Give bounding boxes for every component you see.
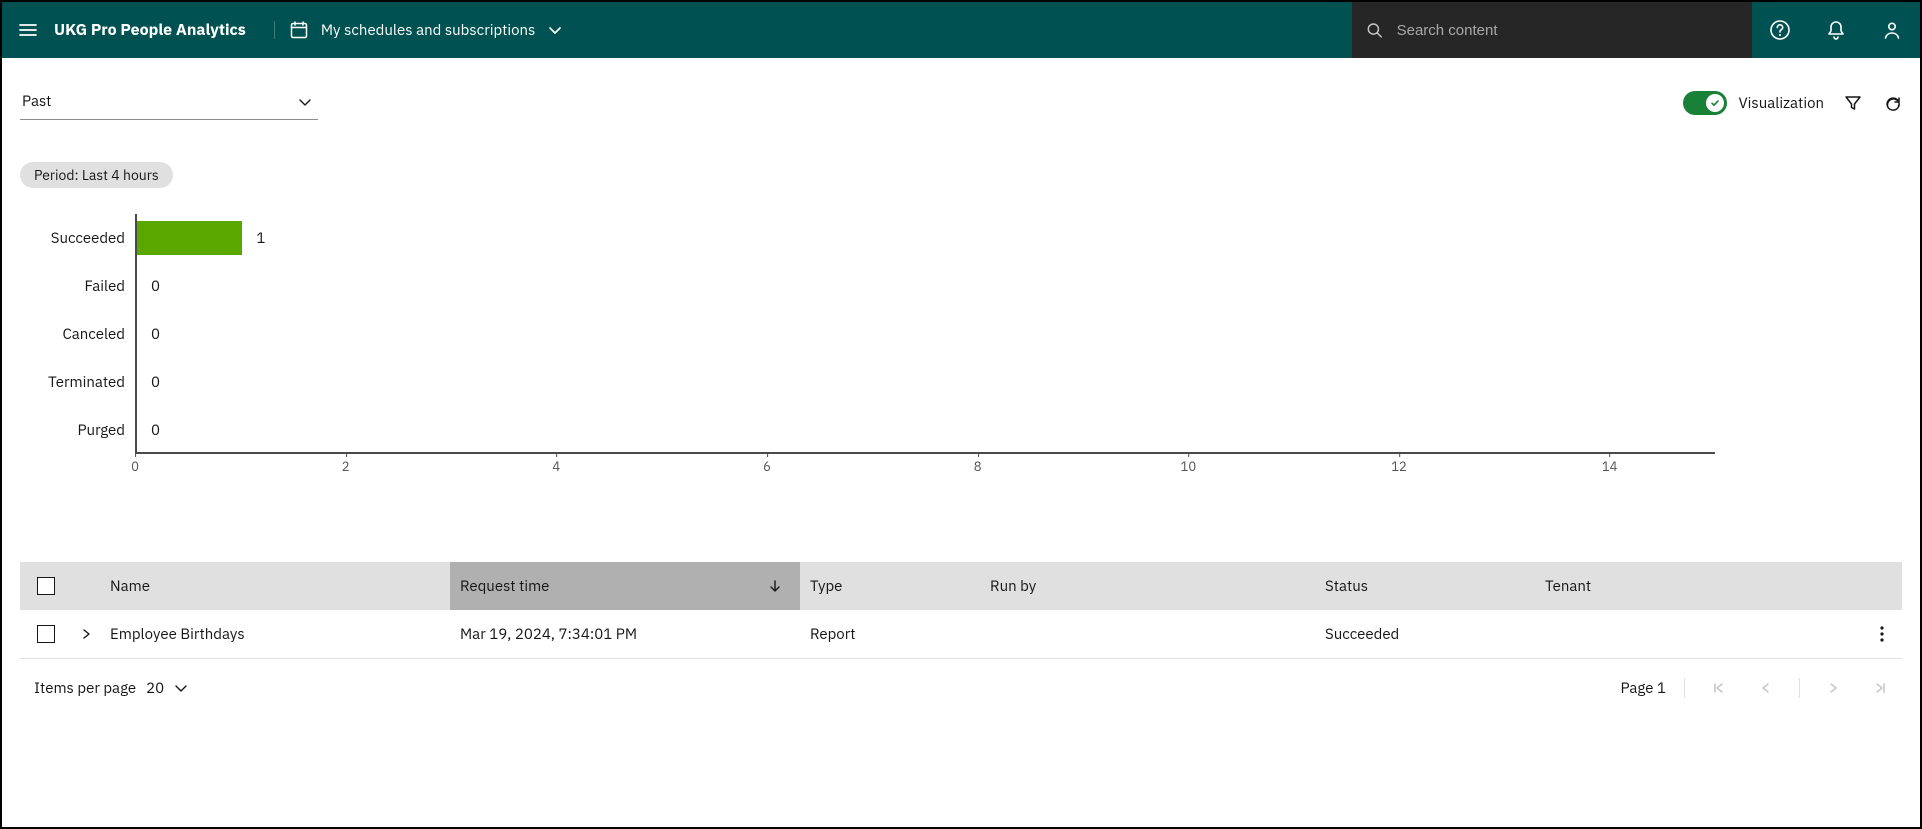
row-checkbox[interactable] [37, 625, 55, 643]
chart-x-tick: 8 [974, 458, 982, 475]
last-page-icon [1874, 681, 1888, 695]
status-bar-chart: SucceededFailedCanceledTerminatedPurged … [20, 214, 1902, 454]
chevron-right-icon [79, 627, 93, 641]
cell-status: Succeeded [1315, 625, 1535, 644]
search-icon [1366, 21, 1383, 39]
chevron-right-icon [1826, 681, 1840, 695]
column-header-type[interactable]: Type [800, 577, 980, 596]
top-bar: UKG Pro People Analytics My schedules an… [2, 2, 1920, 58]
calendar-icon [289, 20, 309, 40]
notifications-button[interactable] [1808, 2, 1864, 58]
cell-type: Report [800, 625, 980, 644]
breadcrumb-button[interactable]: My schedules and subscriptions [289, 20, 563, 40]
chart-bar-value: 1 [256, 229, 265, 248]
chart-bar-value: 0 [151, 373, 160, 392]
search-box[interactable] [1352, 2, 1752, 58]
items-per-page-value: 20 [146, 679, 164, 698]
chart-x-tick: 10 [1181, 458, 1197, 475]
next-page-button[interactable] [1818, 673, 1848, 703]
column-header-request-time[interactable]: Request time [450, 562, 800, 610]
first-page-button[interactable] [1703, 673, 1733, 703]
chart-bar-value: 0 [151, 277, 160, 296]
row-actions-button[interactable] [1880, 626, 1884, 642]
chart-x-tick: 6 [763, 458, 771, 475]
chart-x-tick: 12 [1391, 458, 1407, 475]
column-header-name[interactable]: Name [100, 577, 450, 596]
row-expand-button[interactable] [79, 627, 93, 641]
chart-y-label: Purged [20, 406, 135, 454]
refresh-button[interactable] [1884, 94, 1902, 112]
prev-page-button[interactable] [1751, 673, 1781, 703]
table-footer: Items per page 20 Page 1 [20, 673, 1902, 703]
chart-y-label: Canceled [20, 310, 135, 358]
chart-bar-value: 0 [151, 325, 160, 344]
column-header-tenant[interactable]: Tenant [1535, 577, 1862, 596]
column-header-status[interactable]: Status [1315, 577, 1535, 596]
chevron-down-icon [174, 681, 188, 695]
chart-x-tick: 14 [1602, 458, 1618, 475]
toolbar: Past Visualization [20, 86, 1902, 120]
refresh-icon [1884, 94, 1902, 112]
sort-descending-icon [768, 579, 782, 593]
user-button[interactable] [1864, 2, 1920, 58]
kebab-icon [1880, 626, 1884, 642]
chart-y-label: Terminated [20, 358, 135, 406]
visualization-toggle[interactable] [1683, 91, 1727, 115]
chart-x-tick: 0 [131, 458, 139, 475]
chart-y-label: Succeeded [20, 214, 135, 262]
chevron-down-icon [547, 22, 563, 38]
runs-table: Name Request time Type Run by Status Ten… [20, 562, 1902, 659]
check-icon [1710, 98, 1720, 108]
pagination-divider [1799, 678, 1800, 698]
table-header-row: Name Request time Type Run by Status Ten… [20, 562, 1902, 610]
chart-bar-value: 0 [151, 421, 160, 440]
chevron-left-icon [1759, 681, 1773, 695]
search-input[interactable] [1395, 21, 1738, 40]
period-filter-chip[interactable]: Period: Last 4 hours [20, 162, 173, 188]
items-per-page-select[interactable]: Items per page 20 [34, 679, 188, 698]
table-row: Employee BirthdaysMar 19, 2024, 7:34:01 … [20, 610, 1902, 658]
bell-icon [1825, 19, 1847, 41]
pagination-divider [1684, 678, 1685, 698]
items-per-page-label: Items per page [34, 679, 136, 698]
cell-request-time: Mar 19, 2024, 7:34:01 PM [450, 625, 800, 644]
filter-icon [1844, 94, 1862, 112]
hamburger-menu-button[interactable] [2, 2, 54, 58]
chart-x-tick: 4 [552, 458, 560, 475]
vertical-divider [274, 21, 275, 39]
user-icon [1881, 19, 1903, 41]
hamburger-icon [18, 20, 38, 40]
chart-y-label: Failed [20, 262, 135, 310]
chart-bar[interactable] [137, 221, 242, 255]
column-header-run-by[interactable]: Run by [980, 577, 1315, 596]
help-icon [1769, 19, 1791, 41]
time-filter-value: Past [22, 92, 51, 111]
help-button[interactable] [1752, 2, 1808, 58]
select-all-checkbox[interactable] [37, 577, 55, 595]
breadcrumb-label: My schedules and subscriptions [321, 21, 535, 40]
filter-button[interactable] [1844, 94, 1862, 112]
visualization-toggle-label: Visualization [1739, 94, 1824, 113]
first-page-icon [1711, 681, 1725, 695]
cell-name[interactable]: Employee Birthdays [100, 625, 450, 644]
chevron-down-icon [298, 95, 312, 109]
time-filter-select[interactable]: Past [20, 86, 318, 120]
chart-x-tick: 2 [342, 458, 350, 475]
page-indicator: Page 1 [1620, 679, 1666, 698]
brand-title: UKG Pro People Analytics [54, 20, 274, 40]
last-page-button[interactable] [1866, 673, 1896, 703]
